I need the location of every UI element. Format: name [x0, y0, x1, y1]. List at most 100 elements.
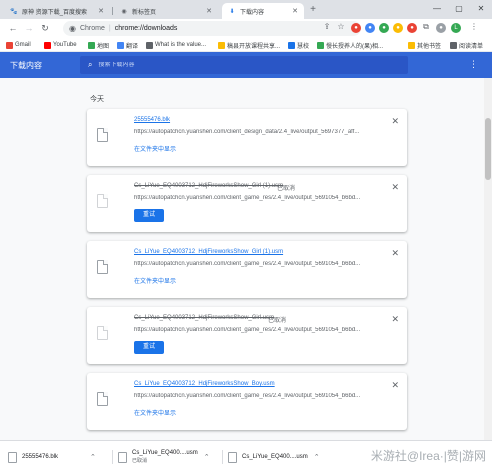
download-filename: Cs_LiYue_EQ4003712_HdjFireworksShow_Girl…	[134, 315, 275, 321]
bookmark-huixiao[interactable]: 慧校	[288, 40, 309, 50]
bookmark-maps[interactable]: 地图	[88, 40, 109, 50]
close-icon[interactable]: ✕	[206, 7, 212, 15]
tab-new-tab[interactable]: ◉ 新标签页 ✕	[114, 3, 218, 19]
download-icon: ⬇	[229, 8, 235, 15]
extension-icon[interactable]: ●	[365, 23, 375, 33]
close-window-button[interactable]: ✕	[470, 0, 492, 18]
shelf-separator	[112, 450, 113, 464]
scheme-label: Chrome	[79, 25, 105, 32]
youtube-icon	[44, 41, 51, 49]
chrome-icon: ◉	[69, 24, 76, 33]
close-icon[interactable]: ✕	[98, 7, 104, 15]
extension-icon[interactable]: ●	[393, 23, 403, 33]
tab-baidu-search[interactable]: 🐾 原神 资源下载_百度搜索 ✕	[4, 3, 110, 19]
reload-button[interactable]: ↻	[38, 21, 52, 35]
retry-button[interactable]: 重试	[134, 341, 165, 354]
chevron-up-icon[interactable]: ⌃	[314, 453, 320, 461]
shelf-item[interactable]: Cs_LiYue_EQ400....usm 已取消 ⌃	[118, 446, 210, 468]
close-icon[interactable]: ✕	[391, 116, 399, 127]
file-icon	[228, 451, 237, 463]
file-icon	[97, 326, 108, 340]
download-status: 已取消	[268, 318, 287, 324]
bookmark-gmail[interactable]: Gmail	[6, 40, 31, 50]
menu-icon[interactable]: ⋮	[468, 22, 480, 31]
extension-icon[interactable]: ●	[351, 23, 361, 33]
downloads-header: 下载内容 ⌕ ⋮	[0, 52, 492, 78]
share-icon[interactable]: ⇪	[321, 22, 333, 31]
bookmark-custom[interactable]: 慢长授养人的(果)相...	[317, 40, 383, 50]
download-filename[interactable]: Cs_LiYue_EQ4003712_HdjFireworksShow_Boy.…	[134, 381, 275, 387]
show-in-folder-link[interactable]: 在文件夹中显示	[134, 144, 176, 153]
download-source-url[interactable]: https://autopatchcn.yuanshen.com/client_…	[134, 393, 366, 399]
puzzle-icon[interactable]: ⧉	[420, 22, 432, 32]
chrome-icon: ◉	[121, 8, 127, 15]
page-icon	[288, 41, 295, 49]
show-in-folder-link[interactable]: 在文件夹中显示	[134, 408, 176, 417]
shelf-item[interactable]: Cs_LiYue_EQ400....usm ⌃	[228, 446, 320, 468]
download-source-url[interactable]: https://autopatchcn.yuanshen.com/client_…	[134, 327, 366, 333]
baidu-icon: 🐾	[10, 8, 18, 15]
more-options-icon[interactable]: ⋮	[469, 59, 478, 70]
scrollbar-thumb[interactable]	[485, 118, 491, 180]
download-shelf: 25555476.blk ⌃ Cs_LiYue_EQ400....usm 已取消…	[0, 440, 492, 473]
close-icon[interactable]: ✕	[391, 380, 399, 391]
page-icon	[317, 41, 324, 49]
chevron-up-icon[interactable]: ⌃	[90, 453, 96, 461]
bookmark-open-course[interactable]: 稿县开放课程共享...	[218, 40, 280, 50]
close-icon[interactable]: ✕	[391, 248, 399, 259]
tab-title: 原神 资源下载_百度搜索	[22, 9, 88, 16]
maximize-button[interactable]: ▢	[448, 0, 470, 18]
bookmark-what-is-value[interactable]: What is the value...	[146, 40, 206, 50]
forward-button[interactable]: →	[22, 21, 36, 35]
extension-icon[interactable]: ●	[436, 23, 446, 33]
reading-list-icon	[450, 41, 457, 49]
file-icon	[97, 128, 108, 142]
download-item: 25555476.blk https://autopatchcn.yuanshe…	[87, 109, 407, 166]
file-icon	[118, 451, 127, 463]
back-button[interactable]: ←	[6, 21, 20, 35]
extension-icon[interactable]: ●	[407, 23, 417, 33]
search-input[interactable]	[98, 62, 379, 68]
star-icon[interactable]: ☆	[335, 22, 347, 31]
download-source-url[interactable]: https://autopatchcn.yuanshen.com/client_…	[134, 129, 366, 135]
retry-button[interactable]: 重试	[134, 209, 165, 222]
address-bar[interactable]: ◉ Chrome | chrome://downloads	[63, 21, 361, 36]
download-item: Cs_LiYue_EQ4003712_HdjFireworksShow_Boy.…	[87, 373, 407, 430]
file-icon	[97, 194, 108, 208]
bookmarks-bar: Gmail YouTube 地图 翻译 What is the value...…	[0, 38, 492, 52]
bookmark-translate[interactable]: 翻译	[117, 40, 138, 50]
watermark: 米游社@Irea·|赞|游网	[370, 449, 486, 463]
shelf-separator	[222, 450, 223, 464]
avatar[interactable]: L	[451, 23, 461, 33]
url-text[interactable]: chrome://downloads	[115, 25, 178, 32]
shelf-item[interactable]: 25555476.blk ⌃	[8, 446, 96, 468]
page-icon	[146, 41, 153, 49]
date-group-label: 今天	[90, 96, 104, 103]
download-filename[interactable]: Cs_LiYue_EQ4003712_HdjFireworksShow_Girl…	[134, 249, 283, 255]
extension-icon[interactable]: ●	[379, 23, 389, 33]
download-filename[interactable]: 25555476.blk	[134, 117, 170, 123]
downloads-list: 今天 25555476.blk https://autopatchcn.yuan…	[0, 78, 492, 440]
search-bar[interactable]: ⌕	[80, 56, 408, 74]
tab-downloads[interactable]: ⬇ 下载内容 ✕	[222, 3, 304, 19]
search-icon: ⌕	[88, 60, 93, 69]
minimize-button[interactable]: —	[426, 0, 448, 18]
close-icon[interactable]: ✕	[391, 314, 399, 325]
chevron-up-icon[interactable]: ⌃	[204, 453, 210, 461]
download-item: Cs_LiYue_EQ4003712_HdjFireworksShow_Girl…	[87, 175, 407, 232]
file-icon	[8, 451, 17, 463]
shelf-item-status: 已取消	[132, 458, 148, 464]
show-in-folder-link[interactable]: 在文件夹中显示	[134, 276, 176, 285]
close-icon[interactable]: ✕	[292, 7, 298, 15]
shelf-item-name: Cs_LiYue_EQ400....usm	[132, 450, 198, 456]
new-tab-button[interactable]: +	[307, 3, 319, 17]
maps-icon	[88, 41, 95, 49]
bookmark-youtube[interactable]: YouTube	[44, 40, 77, 50]
bookmark-other[interactable]: 其他书签	[408, 40, 441, 50]
download-source-url[interactable]: https://autopatchcn.yuanshen.com/client_…	[134, 195, 366, 201]
tab-separator	[112, 7, 113, 15]
tab-strip: 🐾 原神 资源下载_百度搜索 ✕ ◉ 新标签页 ✕ ⬇ 下载内容 ✕ + — ▢…	[0, 0, 492, 19]
bookmark-reading-list[interactable]: 阅读清单	[450, 40, 483, 50]
download-source-url[interactable]: https://autopatchcn.yuanshen.com/client_…	[134, 261, 366, 267]
close-icon[interactable]: ✕	[391, 182, 399, 193]
